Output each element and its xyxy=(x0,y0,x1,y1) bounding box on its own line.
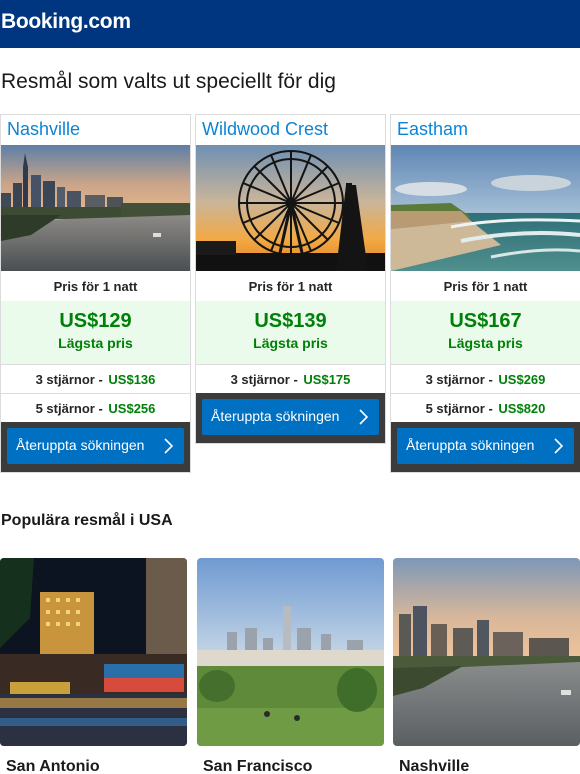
popular-destination-san-antonio[interactable]: San Antonio xyxy=(0,558,187,774)
popular-destination-nashville[interactable]: Nashville xyxy=(393,558,580,774)
star-tier-row: 3 stjärnor - US$175 xyxy=(196,364,385,393)
booking-logo[interactable]: Booking.com xyxy=(1,10,131,34)
popular-destinations-title: Populära resmål i USA xyxy=(1,512,173,529)
chevron-right-icon xyxy=(164,438,174,454)
wildwood-ferris-wheel-photo[interactable] xyxy=(196,145,385,271)
destination-card-wildwood-crest[interactable]: Wildwood Crest Pris för 1 natt US$139 Lä… xyxy=(195,114,386,444)
lowest-price-box: US$167 Lägsta pris xyxy=(391,301,580,364)
destination-card-eastham[interactable]: Eastham Pris för 1 natt US$167 Lägsta pr… xyxy=(390,114,580,473)
star-tier-label: 5 stjärnor - xyxy=(425,401,493,416)
san-francisco-photo[interactable] xyxy=(197,558,384,746)
star-tier-price: US$820 xyxy=(498,401,546,416)
star-tier-label: 3 stjärnor - xyxy=(425,372,493,387)
lowest-price-label: Lägsta pris xyxy=(253,335,328,351)
popular-destination-san-francisco[interactable]: San Francisco xyxy=(197,558,384,774)
eastham-beach-photo[interactable] xyxy=(391,145,580,271)
lowest-price-box: US$139 Lägsta pris xyxy=(196,301,385,364)
star-tier-row: 3 stjärnor - US$136 xyxy=(1,364,190,393)
star-tier-label: 3 stjärnor - xyxy=(230,372,298,387)
recommended-title: Resmål som valts ut speciellt för dig xyxy=(1,70,336,93)
lowest-price-value: US$167 xyxy=(449,310,522,332)
resume-search-label: Återuppta sökningen xyxy=(16,437,145,453)
chevron-right-icon xyxy=(554,438,564,454)
resume-search-button[interactable]: Återuppta sökningen xyxy=(202,399,379,435)
nashville-river-photo[interactable] xyxy=(393,558,580,746)
star-tier-price: US$136 xyxy=(108,372,156,387)
destination-name[interactable]: San Antonio xyxy=(0,758,187,774)
lowest-price-label: Lägsta pris xyxy=(448,335,523,351)
cta-container: Återuppta sökningen xyxy=(196,393,385,443)
card-city-link[interactable]: Nashville xyxy=(1,115,190,145)
price-per-night-label: Pris för 1 natt xyxy=(248,279,333,294)
chevron-right-icon xyxy=(359,409,369,425)
destination-name[interactable]: Nashville xyxy=(393,758,580,774)
star-tier-price: US$256 xyxy=(108,401,156,416)
card-city-link[interactable]: Wildwood Crest xyxy=(196,115,385,145)
resume-search-button[interactable]: Återuppta sökningen xyxy=(397,428,574,464)
destination-card-nashville[interactable]: Nashville Pris för 1 natt US$129 Lägsta … xyxy=(0,114,191,473)
star-tier-price: US$175 xyxy=(303,372,351,387)
star-tier-label: 5 stjärnor - xyxy=(35,401,103,416)
lowest-price-label: Lägsta pris xyxy=(58,335,133,351)
price-per-night-label: Pris för 1 natt xyxy=(443,279,528,294)
star-tier-price: US$269 xyxy=(498,372,546,387)
nashville-skyline-photo[interactable] xyxy=(1,145,190,271)
site-header: Booking.com xyxy=(0,0,580,48)
lowest-price-value: US$129 xyxy=(59,310,132,332)
star-tier-label: 3 stjärnor - xyxy=(35,372,103,387)
lowest-price-box: US$129 Lägsta pris xyxy=(1,301,190,364)
star-tier-row: 5 stjärnor - US$256 xyxy=(1,393,190,422)
star-tier-row: 3 stjärnor - US$269 xyxy=(391,364,580,393)
price-per-night-label: Pris för 1 natt xyxy=(53,279,138,294)
resume-search-label: Återuppta sökningen xyxy=(211,408,340,424)
cta-container: Återuppta sökningen xyxy=(1,422,190,472)
star-tier-row: 5 stjärnor - US$820 xyxy=(391,393,580,422)
card-city-link[interactable]: Eastham xyxy=(391,115,580,145)
destination-name[interactable]: San Francisco xyxy=(197,758,384,774)
resume-search-label: Återuppta sökningen xyxy=(406,437,535,453)
san-antonio-photo[interactable] xyxy=(0,558,187,746)
cta-container: Återuppta sökningen xyxy=(391,422,580,472)
resume-search-button[interactable]: Återuppta sökningen xyxy=(7,428,184,464)
lowest-price-value: US$139 xyxy=(254,310,327,332)
